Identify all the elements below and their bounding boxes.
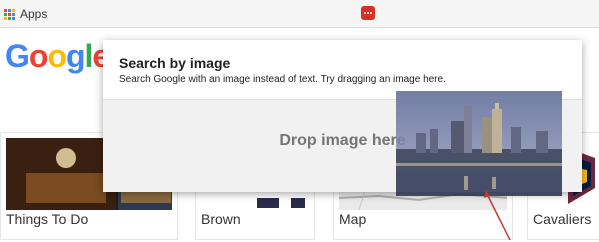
dialog-subtitle: Search Google with an image instead of t… (119, 74, 446, 85)
tile-label: Things To Do (6, 211, 89, 227)
dialog-title: Search by image (119, 55, 231, 71)
tile-label: Cavaliers (533, 211, 592, 227)
tile-label: Map (339, 211, 367, 227)
apps-label: Apps (20, 7, 48, 21)
tile-label: Brown (201, 211, 241, 227)
extension-icon[interactable] (361, 6, 375, 20)
dragged-image[interactable] (396, 91, 562, 196)
google-logo[interactable]: Google (5, 38, 110, 75)
drag-cursor-arrow-icon (484, 190, 511, 241)
apps-button[interactable]: Apps (4, 6, 47, 22)
apps-grid-icon (4, 8, 15, 20)
bookmarks-bar: Apps (0, 0, 599, 28)
